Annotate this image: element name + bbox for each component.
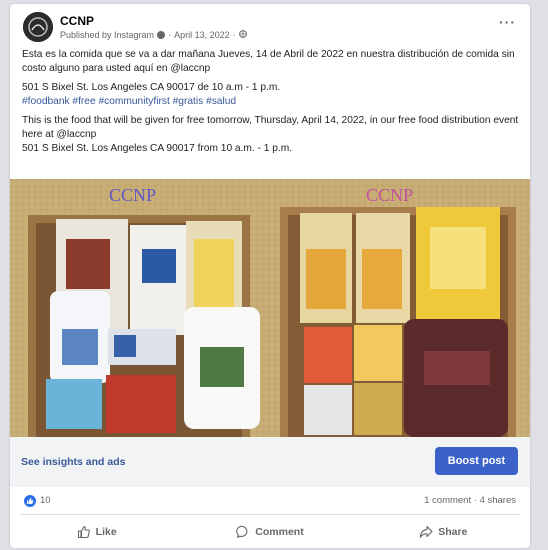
comment-button[interactable]: Comment <box>183 516 356 548</box>
action-bar: Like Comment Share <box>10 516 530 548</box>
share-icon <box>419 525 433 539</box>
thumbs-up-icon <box>77 525 91 539</box>
share-count[interactable]: 4 shares <box>480 495 516 506</box>
more-icon[interactable]: ··· <box>499 14 516 30</box>
english-address: 501 S Bixel St. Los Angeles CA 90017 fro… <box>22 143 293 154</box>
post-meta: Published by Instagram · April 13, 2022 … <box>60 30 247 40</box>
like-reaction-icon[interactable] <box>24 495 36 507</box>
photo-watermark-left: CCNP <box>109 185 156 205</box>
like-button[interactable]: Like <box>10 516 183 548</box>
meta-separator: · <box>232 30 236 40</box>
spanish-address: 501 S Bixel St. Los Angeles CA 90017 de … <box>22 82 281 93</box>
published-by: Published by Instagram <box>60 30 155 40</box>
post-date[interactable]: April 13, 2022 <box>174 30 230 40</box>
see-insights-link[interactable]: See insights and ads <box>21 456 125 468</box>
post-text: Esta es la comida que se va a dar mañana… <box>22 48 522 156</box>
comment-count[interactable]: 1 comment <box>424 495 471 506</box>
share-button[interactable]: Share <box>357 516 530 548</box>
info-icon <box>157 31 166 39</box>
photo-watermark-right: CCNP <box>366 185 413 205</box>
post-header: CCNP Published by Instagram · April 13, … <box>10 4 530 50</box>
like-count[interactable]: 10 <box>40 495 51 506</box>
insights-bar: See insights and ads Boost post <box>10 437 530 487</box>
comment-label: Comment <box>255 526 304 538</box>
spanish-paragraph: Esta es la comida que se va a dar mañana… <box>22 49 515 74</box>
post-photo[interactable]: CCNP CCNP <box>10 179 530 437</box>
hashtags[interactable]: #foodbank #free #communityfirst #gratis … <box>22 95 522 109</box>
post-card: CCNP Published by Instagram · April 13, … <box>10 4 530 548</box>
avatar[interactable] <box>23 12 53 42</box>
globe-icon <box>238 30 247 40</box>
meta-separator: · <box>168 30 172 40</box>
like-label: Like <box>95 526 117 538</box>
share-label: Share <box>438 526 468 538</box>
engagement-counts: 1 comment · 4 shares <box>424 495 516 506</box>
english-paragraph: This is the food that will be given for … <box>22 115 519 140</box>
reactions-bar: 10 1 comment · 4 shares <box>10 487 530 515</box>
divider <box>20 514 520 515</box>
boost-post-button[interactable]: Boost post <box>435 447 518 475</box>
comment-icon <box>236 525 250 539</box>
page-name[interactable]: CCNP <box>60 14 94 28</box>
